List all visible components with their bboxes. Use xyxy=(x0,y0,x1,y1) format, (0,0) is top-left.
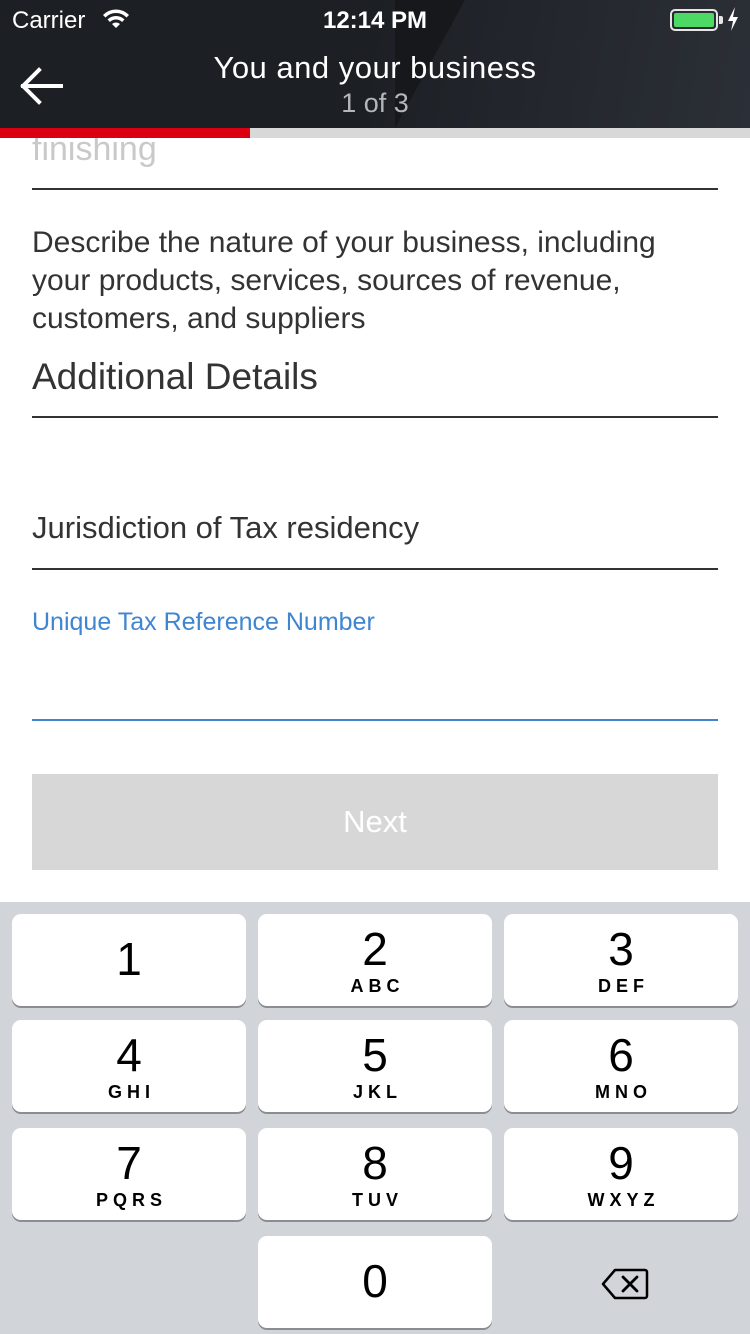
status-bar: Carrier 12:14 PM xyxy=(0,0,750,40)
next-button[interactable]: Next xyxy=(32,774,718,870)
key-digit: 4 xyxy=(116,1029,142,1081)
tax-reference-label: Unique Tax Reference Number xyxy=(32,608,375,636)
key-digit: 9 xyxy=(608,1137,634,1189)
progress-bar xyxy=(0,128,750,138)
key-0[interactable]: 0 xyxy=(258,1236,492,1328)
app-header: Carrier 12:14 PM You and your business 1… xyxy=(0,0,750,138)
additional-details-underline xyxy=(32,416,718,418)
tax-reference-input[interactable] xyxy=(32,648,718,708)
backspace-icon xyxy=(601,1268,649,1300)
key-digit: 0 xyxy=(362,1255,388,1307)
numeric-keypad: 1 2 ABC 3 DEF 4 GHI 5 JKL 6 MNO 7 PQRS 8… xyxy=(0,902,750,1334)
backspace-key[interactable] xyxy=(586,1254,664,1314)
key-letters: WXYZ xyxy=(587,1190,660,1210)
key-letters: JKL xyxy=(352,1082,402,1102)
key-5[interactable]: 5 JKL xyxy=(258,1020,492,1112)
key-6[interactable]: 6 MNO xyxy=(504,1020,738,1112)
progress-bar-fill xyxy=(0,128,250,138)
page-title: You and your business xyxy=(213,50,537,85)
previous-field-value[interactable]: finishing xyxy=(32,138,157,169)
key-letters: PQRS xyxy=(95,1190,167,1210)
step-indicator: 1 of 3 xyxy=(341,88,409,118)
clock: 12:14 PM xyxy=(322,7,428,34)
tax-reference-underline xyxy=(32,719,718,721)
key-letters: GHI xyxy=(107,1082,155,1102)
jurisdiction-field[interactable]: Jurisdiction of Tax residency xyxy=(32,510,419,546)
key-digit: 5 xyxy=(362,1029,388,1081)
key-digit: 1 xyxy=(116,933,142,985)
jurisdiction-underline xyxy=(32,568,718,570)
key-letters: TUV xyxy=(352,1190,403,1210)
key-8[interactable]: 8 TUV xyxy=(258,1128,492,1220)
describe-business-prompt: Describe the nature of your business, in… xyxy=(32,226,656,335)
key-letters: DEF xyxy=(598,976,649,996)
key-letters: ABC xyxy=(350,976,405,996)
key-digit: 3 xyxy=(608,923,634,975)
additional-details-field[interactable]: Additional Details xyxy=(32,356,318,398)
business-form: finishing Describe the nature of your bu… xyxy=(0,138,750,902)
key-digit: 6 xyxy=(608,1029,634,1081)
key-3[interactable]: 3 DEF xyxy=(504,914,738,1006)
key-4[interactable]: 4 GHI xyxy=(12,1020,246,1112)
key-digit: 2 xyxy=(362,923,388,975)
battery-level xyxy=(674,13,714,27)
key-digit: 7 xyxy=(116,1137,142,1189)
key-2[interactable]: 2 ABC xyxy=(258,914,492,1006)
battery-icon xyxy=(670,9,718,31)
key-7[interactable]: 7 PQRS xyxy=(12,1128,246,1220)
key-letters: MNO xyxy=(595,1082,652,1102)
bolt-icon xyxy=(726,6,740,37)
previous-field-underline xyxy=(32,188,718,190)
key-1[interactable]: 1 xyxy=(12,914,246,1006)
key-digit: 8 xyxy=(362,1137,388,1189)
battery-tip xyxy=(719,16,723,24)
key-9[interactable]: 9 WXYZ xyxy=(504,1128,738,1220)
